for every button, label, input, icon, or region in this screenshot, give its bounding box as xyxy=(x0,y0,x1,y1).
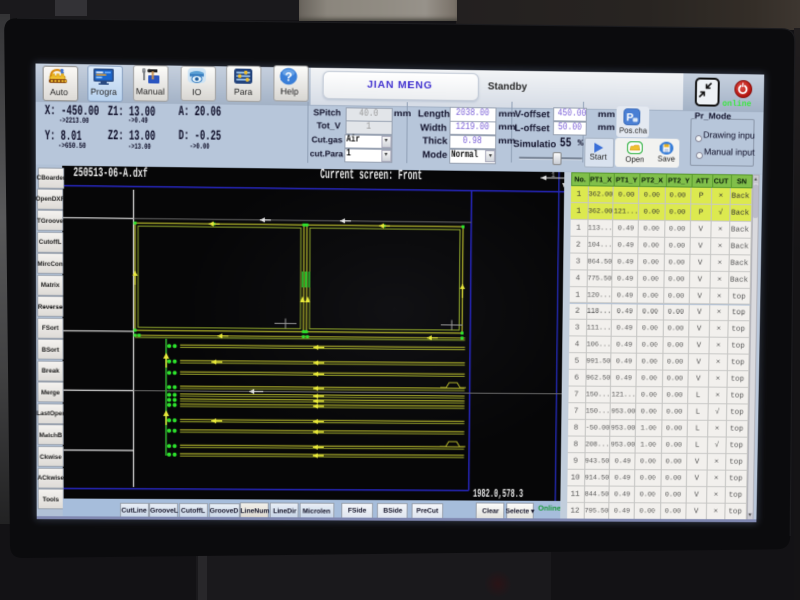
svg-text:1: 1 xyxy=(551,171,555,178)
svg-text:?: ? xyxy=(285,70,292,84)
svg-text:P: P xyxy=(626,112,634,124)
